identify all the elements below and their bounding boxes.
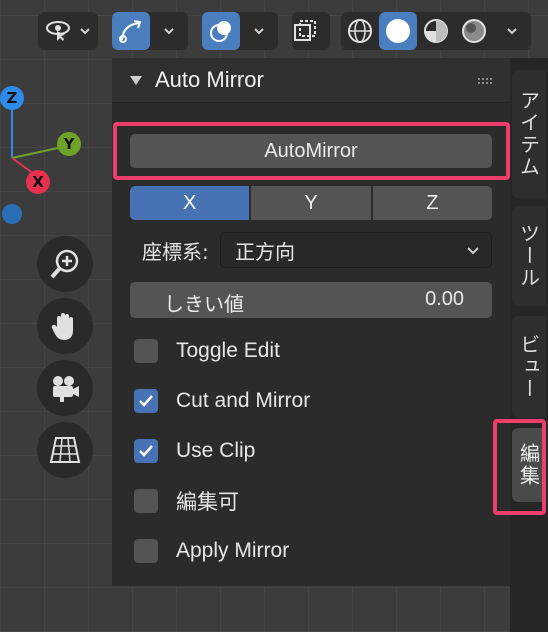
highlight-box-edit-tab bbox=[493, 419, 546, 515]
x-axis-ball[interactable]: X bbox=[26, 170, 50, 194]
threshold-label: しきい値 bbox=[164, 292, 244, 316]
neg-z-axis-ball[interactable] bbox=[2, 204, 22, 224]
z-axis-ball[interactable]: Z bbox=[0, 86, 24, 110]
auto-mirror-panel: Auto Mirror AutoMirror X Y Z 座標系: 正方向 しき… bbox=[112, 58, 510, 586]
panel-title: Auto Mirror bbox=[155, 67, 264, 92]
magnifier-plus-icon bbox=[50, 249, 79, 279]
threshold-field[interactable]: しきい値 0.00 bbox=[130, 282, 492, 318]
drag-grip-icon[interactable] bbox=[478, 78, 492, 84]
perspective-grid-icon bbox=[49, 437, 81, 463]
y-axis-ball[interactable]: Y bbox=[57, 132, 81, 156]
checkbox-label: Toggle Edit bbox=[176, 339, 280, 362]
sidebar-tabs: アイテム ツール ビュー 編集 bbox=[510, 58, 548, 632]
camera-view-button[interactable] bbox=[37, 360, 93, 416]
axis-z-button[interactable]: Z bbox=[370, 186, 492, 220]
overlay-circles-icon bbox=[210, 21, 231, 42]
material-shading-button[interactable] bbox=[417, 12, 455, 50]
shading-group[interactable] bbox=[341, 12, 531, 50]
solid-shading-button[interactable] bbox=[379, 12, 417, 50]
checkbox-box[interactable] bbox=[134, 339, 158, 363]
xray-icon bbox=[294, 20, 316, 41]
threshold-value: 0.00 bbox=[425, 288, 464, 310]
coordinate-system-value: 正方向 bbox=[235, 239, 295, 264]
tab-item[interactable]: アイテム bbox=[512, 70, 546, 198]
checkmark-icon bbox=[139, 395, 153, 407]
overlay-dropdown[interactable] bbox=[240, 12, 278, 50]
pan-button[interactable] bbox=[37, 298, 93, 354]
editable-checkbox[interactable]: 編集可 bbox=[134, 485, 239, 517]
chevron-down-icon bbox=[80, 28, 90, 35]
gizmo-toggle-group[interactable] bbox=[112, 12, 188, 50]
wireframe-sphere-icon bbox=[348, 19, 372, 43]
chevron-down-icon bbox=[507, 28, 517, 35]
checkmark-icon bbox=[139, 445, 153, 457]
gizmo-dropdown[interactable] bbox=[150, 12, 188, 50]
gizmo-curve-icon bbox=[119, 20, 142, 43]
checkbox-box[interactable] bbox=[134, 539, 158, 563]
checkbox-box[interactable] bbox=[134, 439, 158, 463]
apply-mirror-checkbox[interactable]: Apply Mirror bbox=[134, 535, 289, 567]
checkbox-box[interactable] bbox=[134, 489, 158, 513]
checkbox-label: 編集可 bbox=[176, 491, 239, 514]
visibility-dropdown[interactable] bbox=[38, 12, 98, 50]
axis-y-button[interactable]: Y bbox=[249, 186, 371, 220]
zoom-button[interactable] bbox=[37, 236, 93, 292]
checkbox-label: Cut and Mirror bbox=[176, 389, 311, 412]
overlay-toggle-button[interactable] bbox=[202, 12, 240, 50]
material-sphere-icon bbox=[424, 19, 448, 43]
highlight-box-automirror bbox=[113, 122, 510, 180]
panel-header[interactable]: Auto Mirror bbox=[112, 58, 510, 103]
shading-dropdown[interactable] bbox=[493, 12, 531, 50]
chevron-down-icon bbox=[164, 28, 174, 35]
collapse-triangle-icon[interactable] bbox=[130, 76, 142, 85]
eye-pointer-icon bbox=[38, 12, 78, 50]
checkbox-box[interactable] bbox=[134, 389, 158, 413]
use-clip-checkbox[interactable]: Use Clip bbox=[134, 435, 255, 467]
overlay-toggle-group[interactable] bbox=[202, 12, 278, 50]
chevron-down-icon bbox=[467, 247, 479, 255]
coordinate-system-label: 座標系: bbox=[142, 240, 209, 264]
cut-and-mirror-checkbox[interactable]: Cut and Mirror bbox=[134, 385, 310, 417]
checkbox-label: Apply Mirror bbox=[176, 539, 290, 562]
gizmo-toggle-button[interactable] bbox=[112, 12, 150, 50]
chevron-down-icon bbox=[254, 28, 264, 35]
tab-view[interactable]: ビュー bbox=[512, 316, 546, 418]
movie-camera-icon bbox=[53, 376, 79, 402]
axis-x-button[interactable]: X bbox=[130, 186, 250, 220]
toggle-edit-checkbox[interactable]: Toggle Edit bbox=[134, 335, 280, 367]
coordinate-system-select[interactable]: 正方向 bbox=[220, 232, 492, 268]
checkbox-label: Use Clip bbox=[176, 439, 256, 462]
axis-selector: X Y Z bbox=[130, 186, 492, 220]
hand-icon bbox=[51, 313, 73, 340]
rendered-sphere-icon bbox=[462, 19, 486, 43]
rendered-shading-button[interactable] bbox=[455, 12, 493, 50]
xray-toggle-button[interactable] bbox=[292, 12, 330, 50]
solid-sphere-icon bbox=[386, 19, 410, 43]
perspective-toggle-button[interactable] bbox=[37, 422, 93, 478]
tab-tool[interactable]: ツール bbox=[512, 206, 546, 306]
wireframe-shading-button[interactable] bbox=[341, 12, 379, 50]
